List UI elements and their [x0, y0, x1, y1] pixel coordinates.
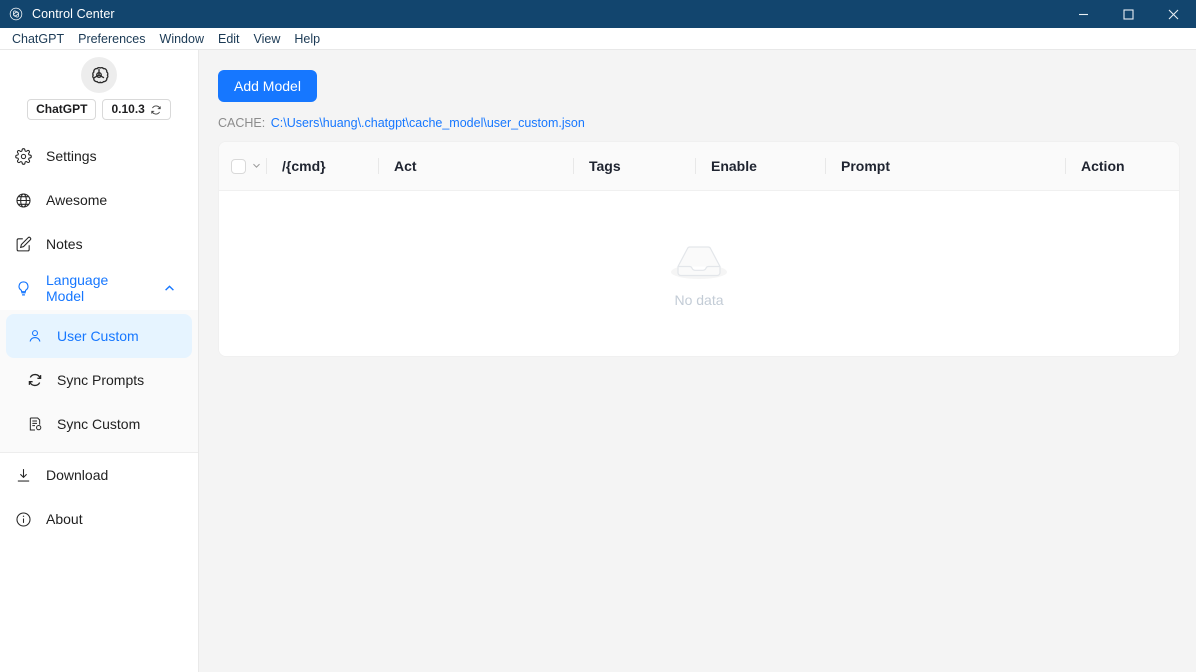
brand-version-pill[interactable]: 0.10.3: [102, 99, 170, 120]
main-content: Add Model CACHE: C:\Users\huang\.chatgpt…: [199, 50, 1196, 672]
gear-icon: [14, 147, 32, 165]
menu-item-view[interactable]: View: [247, 29, 288, 49]
sidebar-item-download[interactable]: Download: [0, 453, 198, 497]
sync-icon: [26, 371, 44, 389]
chevron-up-icon[interactable]: [163, 282, 176, 295]
brand-name-pill[interactable]: ChatGPT: [27, 99, 96, 120]
sidebar-item-language-model[interactable]: Language Model: [0, 266, 198, 310]
menu-item-chatgpt[interactable]: ChatGPT: [5, 29, 71, 49]
openai-logo-icon: [8, 6, 24, 22]
chevron-down-icon[interactable]: [251, 158, 262, 174]
empty-state: No data: [667, 239, 731, 308]
sidebar-item-about[interactable]: About: [0, 497, 198, 541]
sidebar-brand-pills: ChatGPT 0.10.3: [27, 99, 171, 120]
sidebar-item-label: Notes: [46, 236, 83, 252]
table-header-enable: Enable: [695, 142, 825, 190]
sidebar-item-label: About: [46, 511, 83, 527]
sidebar-item-label: Settings: [46, 148, 97, 164]
user-icon: [26, 327, 44, 345]
sidebar-item-label: Sync Prompts: [57, 372, 144, 388]
openai-logo-icon: [81, 57, 117, 93]
sidebar-nav: Settings Awesome: [0, 134, 198, 541]
sidebar-item-label: Awesome: [46, 192, 107, 208]
version-label: 0.10.3: [111, 102, 144, 117]
title-bar-drag-region: [115, 0, 1061, 28]
cache-label: CACHE:: [218, 116, 265, 130]
info-circle-icon: [14, 510, 32, 528]
menu-bar: ChatGPT Preferences Window Edit View Hel…: [0, 28, 1196, 50]
sidebar-submenu-language-model: User Custom Sync Prompts: [0, 310, 198, 452]
cache-path-line: CACHE: C:\Users\huang\.chatgpt\cache_mod…: [218, 116, 1180, 130]
maximize-icon[interactable]: [1106, 0, 1151, 28]
table-header-act: Act: [378, 142, 573, 190]
bulb-icon: [14, 279, 32, 297]
app-window: Control Center ChatGPT Preferences Windo…: [0, 0, 1196, 672]
sidebar-item-label: Sync Custom: [57, 416, 140, 432]
add-model-button[interactable]: Add Model: [218, 70, 317, 102]
cache-path-link[interactable]: C:\Users\huang\.chatgpt\cache_model\user…: [271, 116, 585, 130]
title-bar: Control Center: [0, 0, 1196, 28]
sidebar-nav-tail: Download About: [0, 452, 198, 541]
sidebar-item-label: User Custom: [57, 328, 139, 344]
sidebar-item-settings[interactable]: Settings: [0, 134, 198, 178]
download-icon: [14, 466, 32, 484]
sidebar-brand: ChatGPT 0.10.3: [0, 50, 198, 120]
sidebar-item-awesome[interactable]: Awesome: [0, 178, 198, 222]
refresh-icon[interactable]: [150, 104, 162, 116]
minimize-icon[interactable]: [1061, 0, 1106, 28]
sidebar-item-label: Download: [46, 467, 108, 483]
table-body: No data: [219, 191, 1179, 356]
table-header-row: /{cmd} Act Tags Enable Prompt Action: [219, 142, 1179, 191]
menu-item-window[interactable]: Window: [153, 29, 211, 49]
sidebar-item-notes[interactable]: Notes: [0, 222, 198, 266]
menu-item-preferences[interactable]: Preferences: [71, 29, 152, 49]
sidebar-item-sync-custom[interactable]: Sync Custom: [6, 402, 192, 446]
table-header-tags: Tags: [573, 142, 695, 190]
table-header-select-all: [219, 142, 266, 190]
table-header-cmd: /{cmd}: [266, 142, 378, 190]
sidebar: ChatGPT 0.10.3: [0, 50, 199, 672]
empty-state-text: No data: [674, 292, 723, 308]
user-custom-table: /{cmd} Act Tags Enable Prompt Action: [218, 141, 1180, 357]
app-body: ChatGPT 0.10.3: [0, 50, 1196, 672]
select-all-checkbox[interactable]: [231, 159, 246, 174]
close-icon[interactable]: [1151, 0, 1196, 28]
sidebar-item-user-custom[interactable]: User Custom: [6, 314, 192, 358]
file-sync-icon: [26, 415, 44, 433]
sidebar-item-label: Language Model: [46, 272, 149, 304]
menu-item-edit[interactable]: Edit: [211, 29, 247, 49]
table-header-action: Action: [1065, 142, 1179, 190]
table-header-prompt: Prompt: [825, 142, 1065, 190]
empty-box-icon: [667, 239, 731, 285]
menu-item-help[interactable]: Help: [287, 29, 327, 49]
globe-icon: [14, 191, 32, 209]
sidebar-item-sync-prompts[interactable]: Sync Prompts: [6, 358, 192, 402]
edit-square-icon: [14, 235, 32, 253]
window-controls: [1061, 0, 1196, 28]
window-title: Control Center: [32, 7, 115, 21]
